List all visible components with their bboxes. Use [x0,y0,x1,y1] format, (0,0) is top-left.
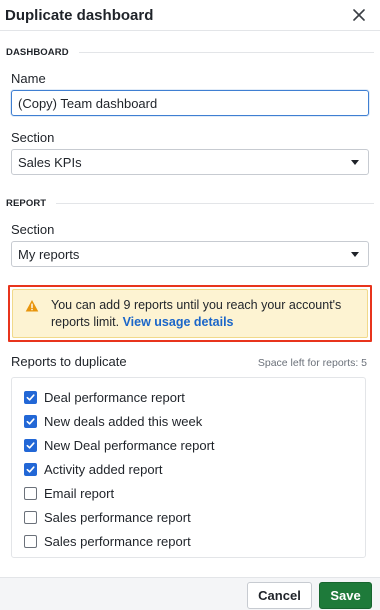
checkbox-checked[interactable] [24,414,37,428]
chevron-down-icon [351,159,359,165]
save-button[interactable]: Save [319,582,372,609]
divider [56,202,374,204]
checkbox-checked[interactable] [24,462,37,476]
report-option[interactable]: Sales performance report [12,505,365,529]
name-input-value: (Copy) Team dashboard [18,95,158,111]
dialog-footer: Cancel Save [0,577,380,610]
checkbox-checked[interactable] [24,390,37,404]
report-option[interactable]: New deals added this week [12,409,365,433]
checkbox-unchecked[interactable] [24,510,37,524]
cancel-button[interactable]: Cancel [247,582,312,609]
report-option-label: Deal performance report [44,389,185,405]
divider [78,51,374,53]
checkbox-checked[interactable] [24,438,37,452]
dashboard-section-select[interactable]: Sales KPIs [11,149,369,175]
report-option-label: New Deal performance report [44,437,215,453]
dialog-header: Duplicate dashboard [0,0,380,31]
name-label: Name [11,71,46,86]
reports-list-header: Reports to duplicate Space left for repo… [11,354,367,369]
checkbox-unchecked[interactable] [24,486,37,500]
dialog-title: Duplicate dashboard [5,6,154,24]
reports-list: Deal performance report New deals added … [11,377,366,558]
report-section-heading: REPORT [0,196,380,210]
report-section-value: My reports [18,246,80,262]
warning-icon [25,300,39,312]
reports-to-duplicate-label: Reports to duplicate [11,354,127,369]
close-icon[interactable] [350,6,368,24]
dashboard-section-title: DASHBOARD [6,46,69,58]
report-option-label: Activity added report [44,461,163,477]
report-option-label: Email report [44,485,115,501]
report-option[interactable]: Deal performance report [12,385,365,409]
report-option-label: Sales performance report [44,509,191,525]
reports-limit-alert: You can add 9 reports until you reach yo… [12,289,368,338]
alert-message: You can add 9 reports until you reach yo… [51,297,357,337]
chevron-down-icon [351,251,359,257]
report-option[interactable]: New Deal performance report [12,433,365,457]
space-left-label: Space left for reports: 5 [257,357,367,369]
report-section-select[interactable]: My reports [11,241,369,267]
view-usage-details-link[interactable]: View usage details [123,315,234,329]
report-option[interactable]: Sales performance report [12,529,365,553]
report-option[interactable]: Activity added report [12,457,365,481]
report-section-label: Section [11,222,55,237]
report-option[interactable]: Email report [12,481,365,505]
dashboard-section-value: Sales KPIs [18,154,82,170]
checkbox-unchecked[interactable] [24,534,37,548]
dashboard-section-label: Section [11,130,55,145]
dashboard-section-heading: DASHBOARD [0,45,380,59]
report-section-title: REPORT [6,197,47,209]
report-option-label: New deals added this week [44,413,203,429]
report-option-label: Sales performance report [44,533,191,549]
name-input[interactable]: (Copy) Team dashboard [11,90,369,116]
